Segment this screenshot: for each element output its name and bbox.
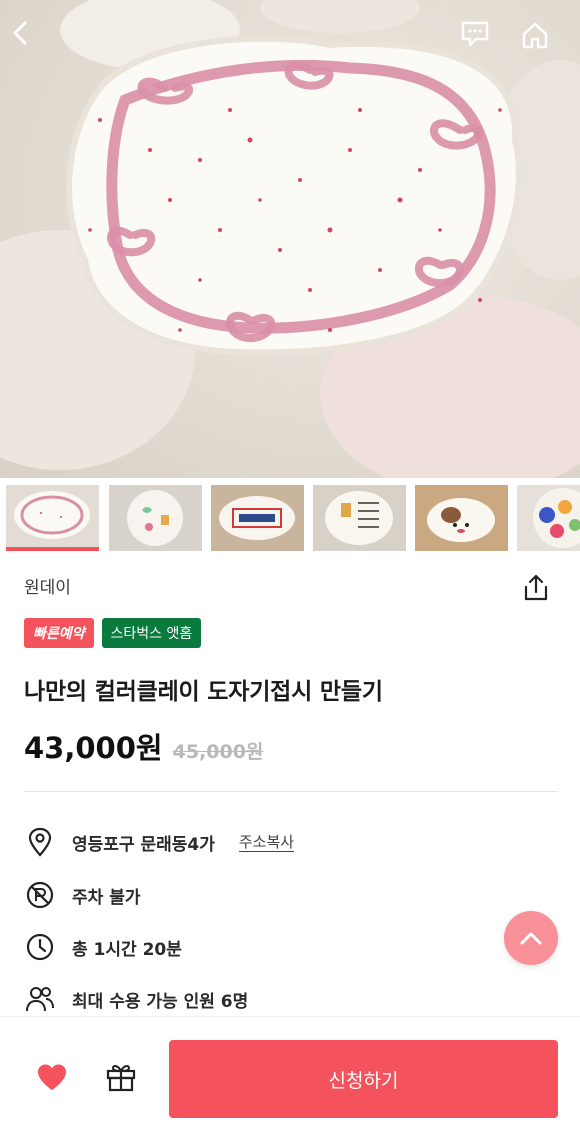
thumb-doodle-plate[interactable]	[109, 485, 202, 551]
heart-icon	[38, 1064, 66, 1090]
share-button[interactable]	[518, 570, 554, 606]
chevron-up-icon	[520, 932, 542, 945]
address-text: 영등포구 문래동4가	[72, 834, 215, 855]
thumb-ribbon-plate[interactable]	[6, 485, 99, 551]
clock-icon	[24, 931, 56, 963]
starbucks-badge: 스타벅스 앳홈	[101, 618, 202, 648]
thumb-name-plate[interactable]	[211, 485, 304, 551]
sale-price: 43,000원	[24, 731, 163, 765]
no-parking-icon	[24, 879, 56, 911]
badge-row: 빠른예약 스타벅스 앳홈	[24, 618, 202, 648]
gift-button[interactable]	[99, 1055, 143, 1099]
gift-icon	[106, 1065, 136, 1092]
share-icon	[524, 574, 548, 601]
scroll-top-button[interactable]	[504, 911, 558, 965]
home-button[interactable]	[520, 20, 564, 64]
back-arrow-icon	[13, 21, 27, 45]
product-title: 나만의 컬러클레이 도자기접시 만들기	[24, 679, 383, 705]
studio-name[interactable]: 원데이	[24, 573, 71, 598]
people-icon	[24, 983, 56, 1015]
thumb-dog-plate[interactable]	[415, 485, 508, 551]
product-detail-page: 원데이 빠른예약 스타벅스 앳홈 나만의 컬러클레이 도자기접시 만들기 43,…	[0, 0, 580, 1135]
address-row: 영등포구 문래동4가 주소복사	[24, 826, 295, 858]
chat-bubble-icon	[461, 21, 489, 47]
duration-text: 총 1시간 20분	[72, 939, 182, 960]
section-divider	[24, 791, 558, 792]
thumb-calendar-plate[interactable]	[313, 485, 406, 551]
copy-address-link[interactable]: 주소복사	[238, 833, 295, 852]
thumbnail-strip	[0, 485, 580, 553]
thumb-colorful-plate[interactable]	[517, 485, 580, 551]
capacity-row: 최대 수용 가능 인원 6명	[24, 983, 248, 1015]
bottom-action-bar: 신청하기	[0, 1016, 580, 1135]
back-button[interactable]	[10, 20, 54, 64]
original-price: 45,000원	[172, 741, 264, 763]
apply-button[interactable]: 신청하기	[169, 1040, 558, 1118]
like-button[interactable]	[30, 1055, 74, 1099]
quick-reservation-badge: 빠른예약	[24, 618, 94, 648]
chat-button[interactable]	[460, 20, 504, 64]
home-icon	[522, 22, 548, 49]
location-pin-icon	[24, 826, 56, 858]
capacity-text: 최대 수용 가능 인원 6명	[72, 991, 249, 1012]
price-row: 43,000원 45,000원	[24, 725, 263, 767]
plate-photo	[0, 0, 580, 478]
hero-image	[0, 0, 580, 478]
parking-text: 주차 불가	[72, 887, 141, 908]
duration-row: 총 1시간 20분	[24, 931, 182, 963]
parking-row: 주차 불가	[24, 879, 140, 911]
